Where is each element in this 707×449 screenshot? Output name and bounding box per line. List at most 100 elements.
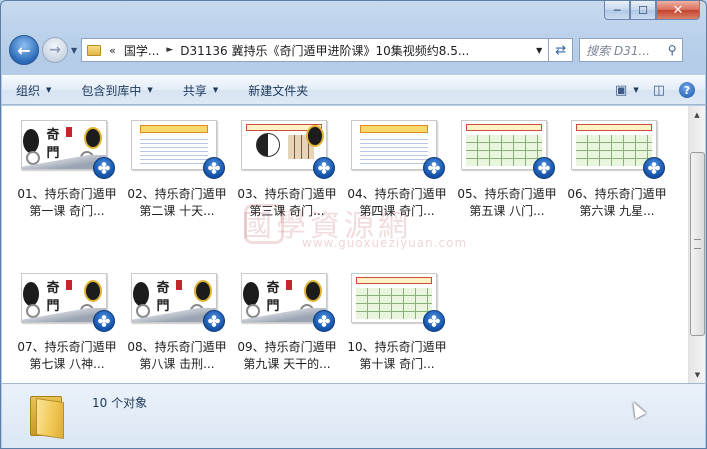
thumbnail-graphic (304, 280, 322, 302)
thumbnail-graphic (466, 124, 542, 131)
thumbnail-graphic (133, 282, 149, 306)
thumbnail-graphic (84, 127, 102, 149)
file-item[interactable]: 02、持乐奇门遁甲第二课 十天... (122, 116, 232, 269)
video-file-icon (93, 310, 115, 332)
file-item[interactable]: 10、持乐奇门遁甲第十课 奇门... (342, 269, 452, 383)
thumbnail-graphic (194, 280, 212, 302)
address-overflow-chevron[interactable]: « (109, 44, 116, 57)
thumbnail-graphic (23, 282, 39, 306)
explorer-window: ─ ☐ ✕ ← → ▼ « 国学... ► D31136 冀持乐《奇门遁甲进阶课… (0, 0, 707, 449)
file-item[interactable]: 奇門 08、持乐奇门遁甲第八课 击刑... (122, 269, 232, 383)
help-icon[interactable]: ? (679, 82, 695, 98)
video-thumbnail[interactable]: 奇門 (21, 120, 115, 179)
search-icon[interactable]: ⚲ (662, 43, 682, 57)
file-name[interactable]: 07、持乐奇门遁甲第七课 八神... (15, 339, 119, 373)
thumbnail-graphic (360, 136, 428, 165)
folder-icon (30, 392, 70, 439)
video-thumbnail[interactable] (351, 273, 445, 332)
thumbnail-graphic (466, 135, 542, 166)
caption-buttons: ─ ☐ ✕ (604, 1, 700, 21)
file-item[interactable]: 05、持乐奇门遁甲第五课 八门... (452, 116, 562, 269)
file-item[interactable]: 奇門 01、持乐奇门遁甲第一课 奇门... (12, 116, 122, 269)
video-file-icon (643, 157, 665, 179)
file-item[interactable]: 奇門 07、持乐奇门遁甲第七课 八神... (12, 269, 122, 383)
vertical-scrollbar[interactable]: ▲ ▼ (688, 106, 705, 383)
breadcrumb-separator-icon[interactable]: ► (166, 45, 173, 55)
file-name[interactable]: 02、持乐奇门遁甲第二课 十天... (125, 186, 229, 220)
file-item[interactable]: 06、持乐奇门遁甲第六课 九星... (562, 116, 672, 269)
recent-pages-dropdown[interactable]: ▼ (71, 46, 77, 55)
include-library-label: 包含到库中 (81, 83, 142, 98)
video-thumbnail[interactable] (571, 120, 665, 179)
file-view[interactable]: 國學資源網 www.guoxueziyuan.com 奇門 01、持乐奇门遁甲第一… (2, 106, 688, 383)
close-button[interactable]: ✕ (656, 1, 700, 20)
file-name[interactable]: 05、持乐奇门遁甲第五课 八门... (455, 186, 559, 220)
thumbnail-graphic (356, 288, 432, 319)
new-folder-button[interactable]: 新建文件夹 (248, 82, 308, 99)
thumbnail-graphic (140, 136, 208, 165)
file-grid: 奇門 01、持乐奇门遁甲第一课 奇门... 02、持乐奇门遁甲第二课 十天... 03… (12, 116, 672, 383)
maximize-button[interactable]: ☐ (630, 1, 656, 20)
scrollbar-thumb[interactable] (690, 152, 705, 336)
thumbnail-graphic (140, 125, 208, 133)
breadcrumb-item[interactable]: D31136 冀持乐《奇门遁甲进阶课》10集视频约8.5... (180, 42, 469, 59)
file-name[interactable]: 04、持乐奇门遁甲第四课 奇门... (345, 186, 449, 220)
folder-icon (87, 44, 102, 56)
scroll-down-icon[interactable]: ▼ (689, 366, 706, 383)
minimize-button[interactable]: ─ (604, 1, 630, 20)
thumbnail-graphic (66, 280, 72, 290)
file-item[interactable]: 04、持乐奇门遁甲第四课 奇门... (342, 116, 452, 269)
details-pane: 10 个对象 (2, 383, 705, 448)
thumbnail-graphic (576, 124, 652, 131)
breadcrumb-item[interactable]: 国学... (124, 42, 159, 59)
video-file-icon (313, 310, 335, 332)
chevron-down-icon: ▼ (46, 86, 52, 94)
refresh-icon: ⇄ (555, 42, 567, 58)
chevron-down-icon[interactable]: ▼ (633, 86, 638, 94)
video-file-icon (423, 310, 445, 332)
thumbnail-graphic (356, 277, 432, 284)
thumbnail-graphic (256, 133, 280, 157)
file-name[interactable]: 06、持乐奇门遁甲第六课 九星... (565, 186, 669, 220)
video-thumbnail[interactable]: 奇門 (21, 273, 115, 332)
file-name[interactable]: 08、持乐奇门遁甲第八课 击刑... (125, 339, 229, 373)
video-file-icon (533, 157, 555, 179)
file-name[interactable]: 03、持乐奇门遁甲第三课 奇门... (235, 186, 339, 220)
item-count: 10 个对象 (92, 396, 148, 410)
thumbnail-graphic (84, 280, 102, 302)
video-thumbnail[interactable] (461, 120, 555, 179)
file-name[interactable]: 09、持乐奇门遁甲第九课 天干的... (235, 339, 339, 373)
scroll-up-icon[interactable]: ▲ (689, 106, 705, 123)
address-dropdown-icon[interactable]: ▼ (530, 46, 548, 55)
video-thumbnail[interactable]: 奇門 (241, 273, 335, 332)
organize-menu[interactable]: 组织 ▼ (16, 82, 51, 99)
back-button[interactable]: ← (9, 35, 39, 65)
file-name[interactable]: 01、持乐奇门遁甲第一课 奇门... (15, 186, 119, 220)
video-file-icon (313, 157, 335, 179)
thumbnail-graphic (66, 127, 72, 137)
forward-button[interactable]: → (42, 37, 68, 63)
video-thumbnail[interactable] (351, 120, 445, 179)
navigation-bar: ← → ▼ « 国学... ► D31136 冀持乐《奇门遁甲进阶课》10集视频… (9, 35, 698, 65)
view-options-icon[interactable]: ▣ (615, 83, 627, 98)
search-box[interactable]: 搜索 D31... ⚲ (579, 38, 684, 62)
thumbnail-graphic (23, 129, 39, 153)
command-bar: 组织 ▼ 包含到库中 ▼ 共享 ▼ 新建文件夹 ▣ ▼ ◫ ? (2, 75, 705, 105)
organize-label: 组织 (16, 83, 41, 98)
file-item[interactable]: 03、持乐奇门遁甲第三课 奇门... (232, 116, 342, 269)
video-thumbnail[interactable]: 奇門 (131, 273, 225, 332)
new-folder-label: 新建文件夹 (248, 83, 309, 98)
include-library-menu[interactable]: 包含到库中 ▼ (81, 82, 152, 99)
thumbnail-graphic (176, 280, 182, 290)
thumbnail-graphic (306, 125, 324, 147)
thumbnail-graphic (576, 135, 652, 166)
video-thumbnail[interactable] (241, 120, 335, 179)
video-thumbnail[interactable] (131, 120, 225, 179)
preview-pane-icon[interactable]: ◫ (653, 83, 665, 98)
file-name[interactable]: 10、持乐奇门遁甲第十课 奇门... (345, 339, 449, 373)
address-bar[interactable]: « 国学... ► D31136 冀持乐《奇门遁甲进阶课》10集视频约8.5..… (81, 38, 550, 62)
share-menu[interactable]: 共享 ▼ (183, 82, 218, 99)
file-item[interactable]: 奇門 09、持乐奇门遁甲第九课 天干的... (232, 269, 342, 383)
search-input[interactable]: 搜索 D31... (586, 42, 662, 59)
refresh-button[interactable]: ⇄ (549, 38, 574, 62)
